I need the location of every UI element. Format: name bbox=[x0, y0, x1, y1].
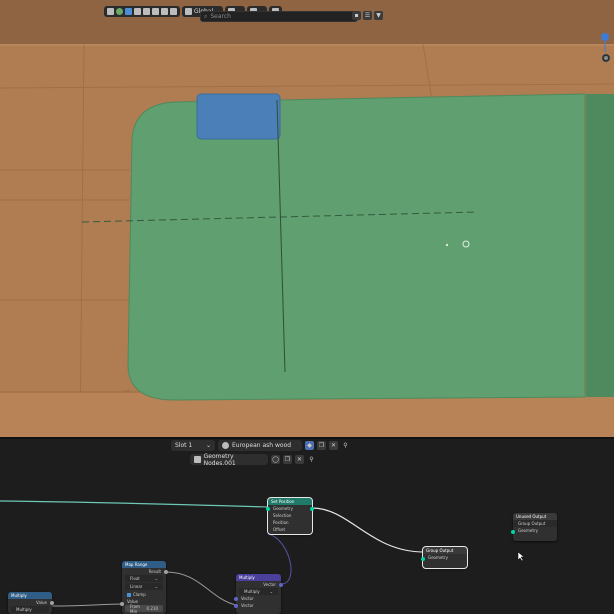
blue-box bbox=[196, 93, 281, 140]
socket-label: Position bbox=[273, 520, 289, 525]
search-placeholder: Search bbox=[210, 13, 231, 20]
node-row: Geometry bbox=[513, 527, 557, 534]
dropdown-value: Linear bbox=[130, 584, 143, 589]
geometry-input-socket[interactable] bbox=[511, 530, 515, 534]
from-min-field[interactable]: From Min 0.210 bbox=[125, 603, 163, 614]
move-icon[interactable] bbox=[134, 7, 141, 15]
dropdown-value: Multiply bbox=[16, 607, 32, 612]
outliner-search[interactable]: ⌕ Search bbox=[200, 11, 358, 22]
node-header: Multiply bbox=[236, 574, 281, 581]
node-row: Vector bbox=[236, 581, 281, 588]
vector-multiply-node[interactable]: Multiply Vector Multiply ⌄ Vector Vector bbox=[234, 574, 283, 614]
geometry-output-socket[interactable] bbox=[310, 507, 314, 511]
snap-toggle-group[interactable] bbox=[104, 5, 180, 17]
select-box-icon[interactable] bbox=[125, 7, 132, 15]
checkbox-label: Clamp bbox=[133, 592, 146, 597]
node-row: Offset bbox=[268, 526, 312, 533]
node-row: Result bbox=[122, 568, 166, 575]
socket-label: Geometry bbox=[428, 555, 448, 560]
data-type-dropdown[interactable]: Float ⌄ bbox=[125, 575, 163, 582]
viewport-scene[interactable] bbox=[0, 0, 614, 437]
display-mode-icon[interactable]: ☰ bbox=[363, 11, 372, 20]
node-title: Multiply bbox=[11, 593, 27, 598]
clamp-checkbox[interactable]: Clamp bbox=[122, 591, 166, 598]
cursor-icon[interactable] bbox=[107, 7, 114, 15]
node-editor[interactable]: Slot 1 ⌄ European ash wood ◆ ❐ ✕ ⚲ Geome… bbox=[0, 439, 614, 614]
vector-input-socket[interactable] bbox=[234, 604, 238, 608]
node-row: Vector bbox=[236, 602, 281, 609]
search-icon: ⌕ bbox=[204, 12, 208, 20]
node-title: Group Output bbox=[426, 548, 454, 553]
socket-label: Value bbox=[36, 600, 47, 605]
group-output-node[interactable]: Group Output Geometry bbox=[421, 546, 468, 569]
vector-input-socket[interactable] bbox=[234, 597, 238, 601]
field-value: 0.210 bbox=[146, 606, 158, 611]
node-title: Unused Output bbox=[516, 514, 547, 519]
node-header: Group Output bbox=[423, 547, 467, 554]
node-header: Set Position bbox=[268, 498, 312, 505]
node-row: Selection bbox=[268, 512, 312, 519]
scale-icon[interactable] bbox=[152, 7, 159, 15]
axis-icon bbox=[185, 7, 192, 15]
socket-label: Vector bbox=[241, 596, 254, 601]
node-title: Multiply bbox=[239, 575, 255, 580]
socket-label: Result bbox=[148, 569, 161, 574]
geometry-input-socket[interactable] bbox=[266, 507, 270, 511]
operation-dropdown[interactable]: Multiply bbox=[11, 606, 49, 613]
mouse-cursor-icon bbox=[517, 551, 525, 562]
chevron-down-icon: ⌄ bbox=[269, 589, 273, 594]
annotate-icon[interactable] bbox=[170, 7, 177, 15]
socket-label: Offset bbox=[273, 527, 286, 532]
transform-icon[interactable] bbox=[161, 7, 168, 15]
node-title: Map Range bbox=[125, 562, 148, 567]
interpolation-dropdown[interactable]: Linear ⌄ bbox=[125, 583, 163, 590]
chevron-down-icon: ⌄ bbox=[154, 576, 158, 581]
socket-label: Selection bbox=[273, 513, 292, 518]
field-label: From Min bbox=[130, 603, 140, 614]
rotate-icon[interactable] bbox=[143, 7, 150, 15]
dropdown-value: Float bbox=[130, 576, 140, 581]
3d-viewport[interactable]: Global ⌄ ⌄ ⌄ ⌕ Search ▪ ☰ ▼ bbox=[0, 0, 614, 437]
node-row: Value bbox=[8, 599, 52, 606]
checkbox-icon bbox=[127, 592, 131, 597]
socket-label: Vector bbox=[241, 603, 254, 608]
navigation-gizmo[interactable] bbox=[598, 32, 612, 64]
node-title: Set Position bbox=[271, 499, 295, 504]
dropdown-value: Multiply bbox=[244, 589, 260, 594]
node-subtitle: Group Output bbox=[518, 521, 546, 526]
node-row: Geometry bbox=[423, 554, 467, 561]
node-row: Vector bbox=[236, 595, 281, 602]
result-output-socket[interactable] bbox=[164, 570, 168, 574]
value-output-socket[interactable] bbox=[50, 601, 54, 605]
node-row: Group Output bbox=[513, 520, 557, 527]
math-multiply-node[interactable]: Multiply Value Multiply bbox=[8, 592, 54, 614]
value-input-socket[interactable] bbox=[120, 602, 124, 606]
node-header: Map Range bbox=[122, 561, 166, 568]
node-row: Geometry bbox=[268, 505, 312, 512]
node-row: Position bbox=[268, 519, 312, 526]
unused-output-node[interactable]: Unused Output Group Output Geometry bbox=[511, 513, 557, 541]
socket-label: Geometry bbox=[273, 506, 293, 511]
node-header: Unused Output bbox=[513, 513, 557, 520]
operation-dropdown[interactable]: Multiply ⌄ bbox=[239, 588, 278, 595]
filter-icon[interactable]: ▼ bbox=[374, 11, 383, 20]
green-plane bbox=[127, 93, 586, 401]
chevron-down-icon: ⌄ bbox=[154, 584, 158, 589]
vector-output-socket[interactable] bbox=[279, 583, 283, 587]
bookmark-icon[interactable]: ▪ bbox=[352, 11, 361, 20]
geometry-input-socket[interactable] bbox=[421, 557, 425, 561]
socket-label: Vector bbox=[263, 582, 276, 587]
filter-group: ▪ ☰ ▼ bbox=[352, 11, 383, 20]
map-range-node[interactable]: Map Range Result Float ⌄ Linear ⌄ Clamp Va… bbox=[120, 561, 168, 614]
node-header: Multiply bbox=[8, 592, 52, 599]
overlay-icon[interactable] bbox=[116, 7, 123, 15]
socket-label: Geometry bbox=[518, 528, 538, 533]
set-position-node[interactable]: Set Position Geometry Selection Position… bbox=[266, 497, 314, 535]
